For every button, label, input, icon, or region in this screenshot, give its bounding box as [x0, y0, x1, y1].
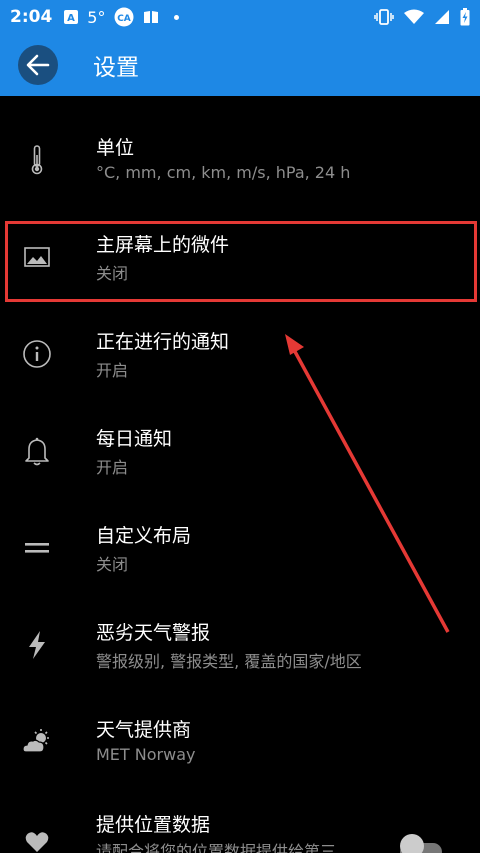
battery-charging-icon [460, 8, 470, 26]
status-bar: 2:04 A 5° CA [0, 0, 480, 34]
arrow-left-icon [26, 54, 50, 76]
setting-daily-notification[interactable]: 每日通知 开启 [0, 387, 480, 484]
signal-icon [434, 9, 450, 25]
svg-text:A: A [67, 13, 75, 24]
heart-icon [20, 825, 54, 853]
cloud-badge-icon: CA [114, 7, 134, 27]
setting-label: 自定义布局 [96, 525, 192, 547]
setting-summary: MET Norway [96, 745, 196, 764]
a-icon: A [64, 10, 79, 24]
book-icon [143, 10, 159, 24]
back-button[interactable] [18, 45, 58, 85]
setting-units[interactable]: 单位 °C, mm, cm, km, m/s, hPa, 24 h [0, 96, 480, 193]
setting-summary: 请配合将您的位置数据提供给第三 [96, 842, 337, 853]
vibrate-icon [374, 9, 394, 25]
page-title: 设置 [93, 55, 139, 81]
setting-summary: 关闭 [96, 555, 129, 574]
setting-summary: 开启 [96, 361, 129, 380]
status-temperature: 5° [87, 7, 106, 27]
setting-label: 恶劣天气警报 [96, 622, 211, 644]
setting-label: 提供位置数据 [96, 814, 211, 836]
svg-text:CA: CA [118, 14, 132, 24]
app-bar: 设置 [0, 34, 480, 96]
setting-label: 单位 [96, 137, 135, 159]
dot-icon [174, 14, 180, 20]
wifi-icon [404, 9, 424, 25]
setting-label: 每日通知 [96, 428, 173, 450]
setting-ongoing-notification[interactable]: 正在进行的通知 开启 [0, 290, 480, 387]
bell-icon [20, 434, 54, 468]
setting-severe-weather-alerts[interactable]: 恶劣天气警报 警报级别, 警报类型, 覆盖的国家/地区 [0, 581, 480, 678]
highlight-box [5, 221, 477, 302]
setting-weather-provider[interactable]: 天气提供商 MET Norway [0, 678, 480, 775]
equals-icon [20, 531, 54, 565]
lightning-icon [20, 628, 54, 662]
setting-label: 正在进行的通知 [96, 331, 230, 353]
thermometer-icon [20, 143, 54, 177]
status-time: 2:04 [10, 7, 53, 27]
setting-custom-layout[interactable]: 自定义布局 关闭 [0, 484, 480, 581]
info-icon [20, 337, 54, 371]
setting-summary: 开启 [96, 458, 129, 477]
setting-summary: °C, mm, cm, km, m/s, hPa, 24 h [96, 163, 351, 182]
setting-label: 天气提供商 [96, 719, 192, 741]
toggle-knob[interactable] [400, 834, 424, 853]
setting-summary: 警报级别, 警报类型, 覆盖的国家/地区 [96, 652, 362, 671]
partly-cloudy-icon [20, 725, 54, 759]
